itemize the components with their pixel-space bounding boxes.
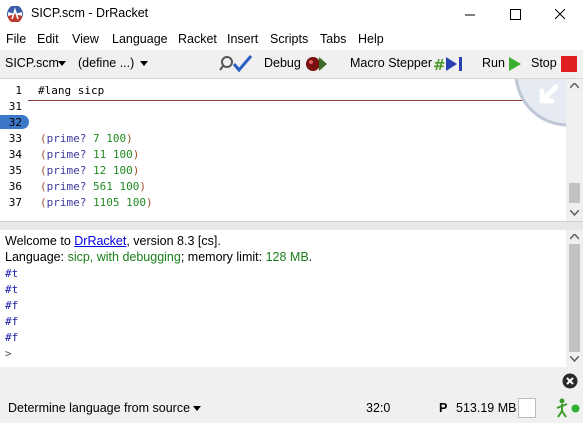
menu-racket[interactable]: Racket: [178, 32, 217, 46]
define-popup-button[interactable]: (define ...): [76, 50, 150, 78]
scroll-to-top-arrow-icon[interactable]: [510, 79, 566, 131]
close-pane-icon[interactable]: [562, 373, 578, 389]
stop-icon: [561, 56, 577, 72]
code-line: (prime? 561 100): [40, 180, 146, 193]
menu-help[interactable]: Help: [358, 32, 384, 46]
status-light-icon: [571, 404, 580, 413]
maximize-button[interactable]: [493, 0, 538, 29]
title-bar: SICP.scm - DrRacket: [0, 0, 583, 29]
check-syntax-icon: [219, 55, 253, 73]
debug-icon: [306, 57, 327, 71]
drracket-link[interactable]: DrRacket: [74, 234, 126, 248]
dropdown-arrow-icon: [140, 61, 148, 66]
definitions-editor[interactable]: 1 #lang sicp 31 32 33 (prime? 7 100) 34 …: [0, 79, 583, 221]
language-selector-label: Determine language from source: [8, 401, 191, 415]
menu-language[interactable]: Language: [112, 32, 168, 46]
dropdown-arrow-icon: [58, 61, 66, 66]
editor-scrollbar[interactable]: [566, 79, 583, 221]
line-number: 31: [8, 100, 22, 113]
scroll-down-icon[interactable]: [570, 210, 579, 216]
macro-stepper-button[interactable]: Macro Stepper #: [348, 50, 473, 78]
minimize-button[interactable]: [448, 0, 493, 29]
editor-scrollbar-thumb[interactable]: [569, 183, 580, 203]
status-bar: Determine language from source 32:0 P 51…: [0, 367, 583, 423]
language-selector[interactable]: Determine language from source: [6, 401, 206, 419]
line-number: 33: [8, 132, 22, 145]
check-syntax-button[interactable]: [219, 54, 253, 74]
code-line: (prime? 12 100): [40, 164, 140, 177]
dropdown-arrow-icon: [193, 406, 201, 411]
code-line: (prime? 7 100): [40, 132, 133, 145]
debug-button[interactable]: Debug: [262, 50, 340, 78]
code-line: (prime? 11 100): [40, 148, 140, 161]
scroll-up-icon[interactable]: [570, 83, 579, 89]
cursor-position: 32:0: [366, 401, 391, 415]
gc-indicator: [518, 398, 536, 418]
minimize-icon: [465, 14, 475, 16]
line-number: 37: [8, 196, 22, 209]
run-label: Run: [482, 56, 505, 70]
close-icon: [555, 9, 566, 20]
line-number: 36: [8, 180, 22, 193]
define-popup-label: (define ...): [78, 56, 135, 70]
line-number: 34: [8, 148, 22, 161]
file-popup-label: SICP.scm: [5, 56, 59, 70]
svg-text:#: #: [433, 56, 446, 73]
running-figure-icon: [556, 398, 568, 418]
toolbar: SICP.scm (define ...) Debug Macro Steppe…: [0, 50, 583, 79]
menu-tabs[interactable]: Tabs: [320, 32, 346, 46]
memory-usage[interactable]: 513.19 MB: [456, 401, 516, 415]
menu-insert[interactable]: Insert: [227, 32, 258, 46]
stop-button[interactable]: Stop: [529, 50, 581, 78]
menu-bar: File Edit View Language Racket Insert Sc…: [0, 29, 583, 50]
file-popup-button[interactable]: SICP.scm: [3, 50, 67, 78]
lang-declaration: #lang sicp: [38, 84, 105, 97]
interactions-scrollbar-thumb[interactable]: [569, 244, 580, 352]
line-number-current: 32: [8, 116, 22, 129]
run-icon: [509, 57, 521, 71]
repl-prompt[interactable]: >: [5, 347, 12, 360]
debug-label: Debug: [264, 56, 301, 70]
result-line: #f: [5, 331, 19, 344]
menu-scripts[interactable]: Scripts: [270, 32, 308, 46]
run-button[interactable]: Run: [480, 50, 523, 78]
menu-view[interactable]: View: [72, 32, 99, 46]
lang-separator-line: [28, 100, 538, 101]
line-number: 35: [8, 164, 22, 177]
window-title: SICP.scm - DrRacket: [31, 6, 149, 20]
macro-stepper-icon: #: [433, 56, 462, 73]
result-line: #t: [5, 267, 19, 280]
menu-file[interactable]: File: [6, 32, 26, 46]
drracket-logo-icon: [7, 6, 23, 22]
result-line: #f: [5, 315, 19, 328]
scroll-up-icon[interactable]: [570, 234, 579, 240]
p-indicator: P: [439, 401, 448, 415]
line-number: 1: [15, 84, 22, 97]
language-message: Language: sicp, with debugging; memory l…: [5, 250, 313, 264]
close-window-button[interactable]: [538, 0, 583, 29]
interactions-scrollbar[interactable]: [566, 230, 583, 367]
macro-stepper-label: Macro Stepper: [350, 56, 432, 70]
scroll-down-icon[interactable]: [570, 356, 579, 362]
code-line: (prime? 1105 100): [40, 196, 153, 209]
stop-label: Stop: [531, 56, 557, 70]
maximize-icon: [510, 9, 521, 20]
welcome-message: Welcome to DrRacket, version 8.3 [cs].: [5, 234, 221, 248]
menu-edit[interactable]: Edit: [37, 32, 59, 46]
interactions-pane[interactable]: Welcome to DrRacket, version 8.3 [cs]. L…: [0, 230, 583, 367]
result-line: #t: [5, 283, 19, 296]
result-line: #f: [5, 299, 19, 312]
